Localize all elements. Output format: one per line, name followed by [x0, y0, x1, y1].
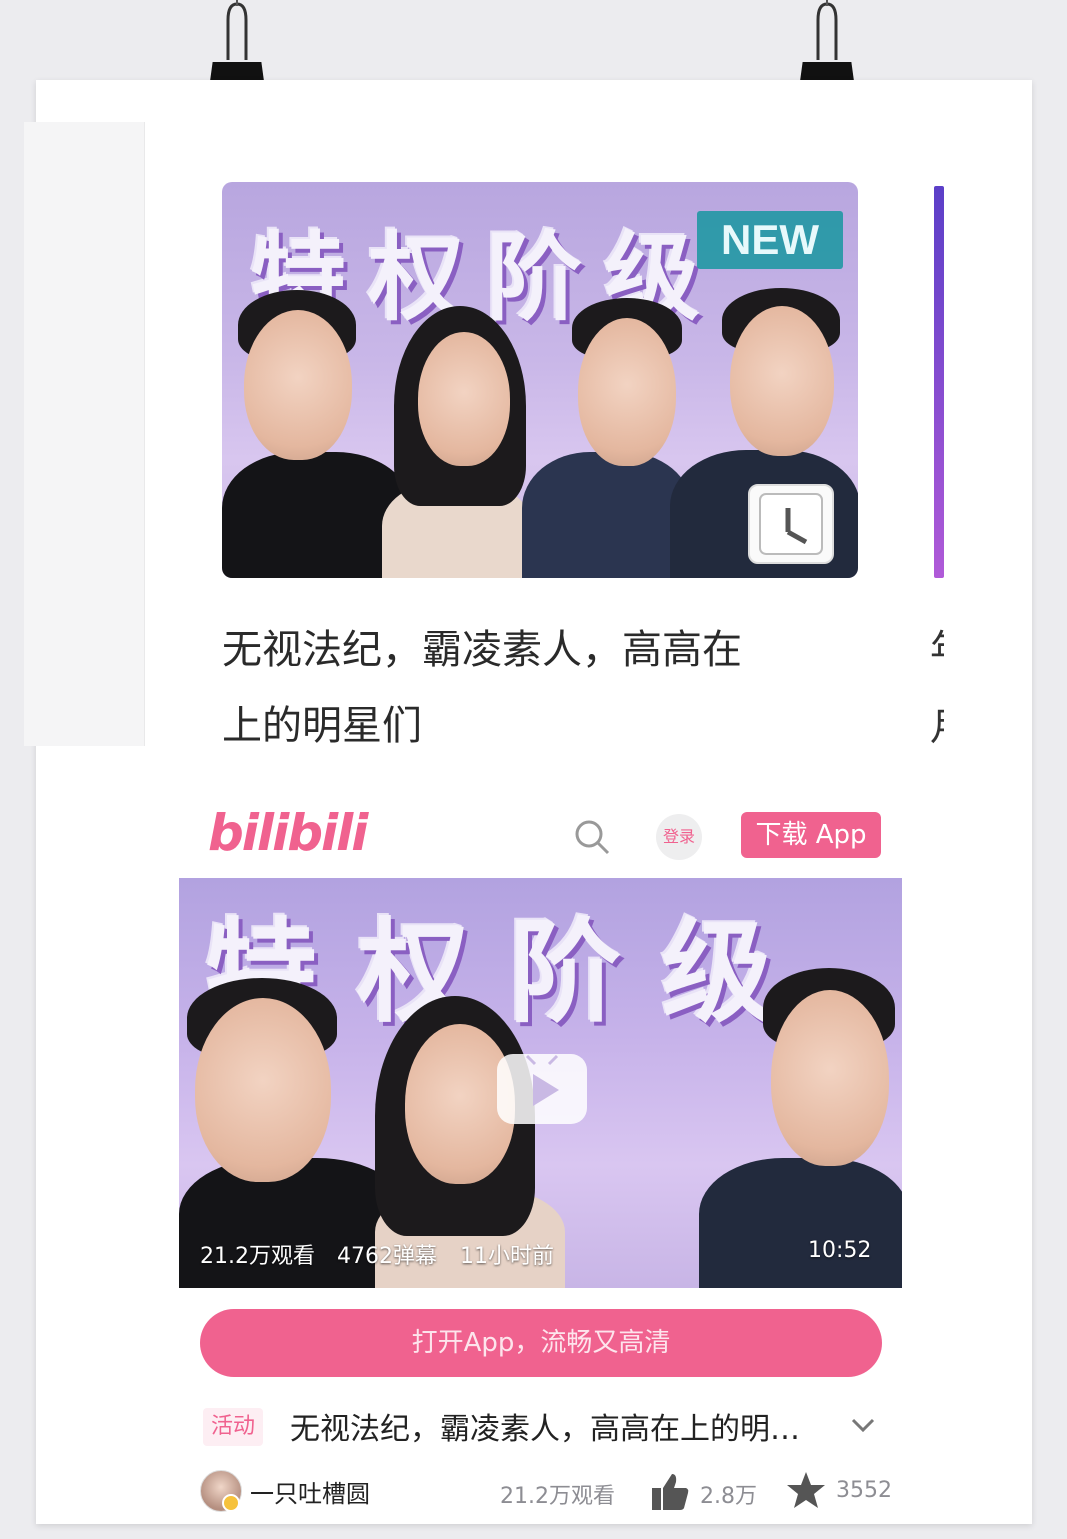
- login-button[interactable]: 登录: [656, 814, 702, 860]
- open-app-button[interactable]: 打开App，流畅又高清: [200, 1309, 882, 1377]
- play-icon: [525, 1054, 559, 1106]
- video-description[interactable]: 无视法纪，霸凌素人，高高在上的明…: [290, 1404, 830, 1448]
- video-time-ago: 11小时前: [460, 1244, 554, 1269]
- expand-button[interactable]: [850, 1412, 876, 1438]
- activity-tag[interactable]: 活动: [203, 1408, 264, 1446]
- play-button[interactable]: [497, 1054, 587, 1124]
- bilibili-logo[interactable]: bilibili: [208, 804, 368, 862]
- video-duration: 10:52: [808, 1238, 872, 1263]
- watch-later-button[interactable]: [748, 484, 834, 564]
- search-button[interactable]: [573, 818, 611, 856]
- card-title-line1: 无视法纪，霸凌素人，高高在: [222, 627, 742, 673]
- card-title-line2: 上的明星们: [222, 703, 422, 749]
- like-count: 2.8万: [700, 1484, 757, 1509]
- video-views: 21.2万观看: [200, 1244, 315, 1269]
- next-card-thumbnail-edge[interactable]: [934, 186, 944, 578]
- search-icon: [575, 820, 610, 855]
- new-badge: NEW: [697, 211, 843, 269]
- download-app-button[interactable]: 下载 App: [741, 812, 881, 858]
- like-icon[interactable]: [650, 1472, 690, 1512]
- card-title[interactable]: 无视法纪，霸凌素人，高高在 上的明星们: [222, 612, 882, 764]
- clock-icon: [759, 493, 823, 555]
- info-views: 21.2万观看: [500, 1484, 615, 1509]
- author-name[interactable]: 一只吐槽圆: [250, 1474, 370, 1509]
- next-card-title-line1: 年: [930, 618, 944, 673]
- verified-badge-icon: [222, 1494, 240, 1512]
- chevron-down-icon: [851, 1418, 875, 1433]
- video-danmaku-count: 4762弹幕: [337, 1244, 437, 1269]
- star-icon[interactable]: [786, 1470, 826, 1510]
- previous-card-edge: [24, 122, 145, 746]
- favorite-count: 3552: [836, 1478, 892, 1503]
- next-card-title-line2: 月: [930, 696, 944, 751]
